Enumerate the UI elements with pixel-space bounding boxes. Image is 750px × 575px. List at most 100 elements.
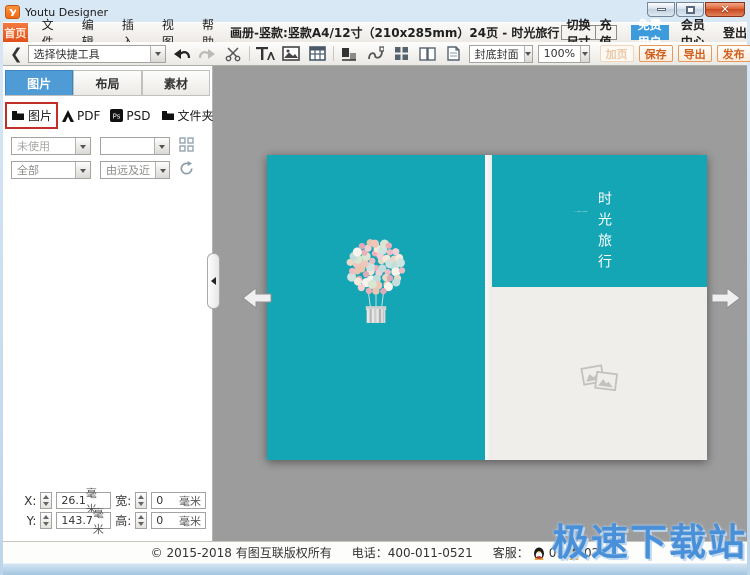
cut-icon[interactable] bbox=[223, 44, 244, 63]
menu-home[interactable]: 首页 bbox=[3, 23, 28, 42]
publish-button[interactable]: 发布 bbox=[717, 45, 750, 62]
category-filter-select[interactable] bbox=[100, 137, 170, 155]
prev-page-arrow[interactable] bbox=[242, 283, 272, 313]
usage-filter-value: 未使用 bbox=[12, 138, 75, 154]
scope-filter-select[interactable]: 全部 bbox=[11, 161, 91, 179]
single-page-view-icon[interactable] bbox=[443, 44, 464, 63]
height-value: 0 bbox=[156, 514, 163, 527]
order-filter-select[interactable]: 由远及近 bbox=[100, 161, 170, 179]
text-tool-icon[interactable] bbox=[255, 44, 276, 63]
cover-title[interactable]: 时光旅行 bbox=[594, 191, 614, 275]
y-stepper[interactable] bbox=[40, 512, 52, 529]
close-icon: ✕ bbox=[720, 4, 729, 15]
menu-edit[interactable]: 编辑 bbox=[68, 23, 108, 42]
source-images[interactable]: 图片 bbox=[7, 104, 56, 127]
refresh-icon[interactable] bbox=[179, 161, 194, 179]
psd-icon: Ps bbox=[110, 109, 123, 122]
x-value: 26.1 bbox=[61, 494, 86, 507]
save-button[interactable]: 保存 bbox=[639, 45, 673, 62]
close-button[interactable]: ✕ bbox=[705, 2, 745, 17]
logout-link[interactable]: 登出 bbox=[717, 23, 747, 42]
tab-images[interactable]: 图片 bbox=[5, 70, 73, 95]
y-field[interactable]: 143.7 毫米 bbox=[56, 512, 111, 529]
x-stepper[interactable] bbox=[40, 492, 52, 509]
spread-view-icon[interactable] bbox=[417, 44, 438, 63]
image-tool-icon[interactable] bbox=[281, 44, 302, 63]
chevron-down-icon[interactable] bbox=[154, 138, 169, 154]
height-field[interactable]: 0 毫米 bbox=[151, 512, 206, 529]
usage-filter-select[interactable]: 未使用 bbox=[11, 137, 91, 155]
measure-tool-icon[interactable] bbox=[365, 44, 386, 63]
height-stepper[interactable] bbox=[135, 512, 147, 529]
chevron-down-icon[interactable] bbox=[155, 162, 169, 178]
member-center-link[interactable]: 会员中心 bbox=[669, 23, 717, 42]
export-button[interactable]: 导出 bbox=[678, 45, 712, 62]
redo-button[interactable] bbox=[197, 44, 218, 63]
free-user-badge[interactable]: 免费用户 bbox=[631, 25, 669, 40]
width-stepper[interactable] bbox=[135, 492, 147, 509]
qq-penguin-icon[interactable] bbox=[533, 546, 545, 560]
front-cover-page[interactable]: ·—— 时光旅行 bbox=[492, 155, 707, 460]
width-unit: 毫米 bbox=[179, 493, 201, 509]
align-tool-icon[interactable] bbox=[339, 44, 360, 63]
sidebar-collapse-handle[interactable] bbox=[207, 253, 220, 309]
cover-teal-block[interactable]: ·—— 时光旅行 bbox=[492, 155, 707, 287]
source-type-row: 图片 PDF Ps PSD 文件夹 bbox=[3, 96, 212, 134]
page-section-value: 封底封面 bbox=[470, 46, 524, 62]
order-filter-value: 由远及近 bbox=[101, 162, 155, 178]
table-tool-icon[interactable] bbox=[307, 44, 328, 63]
photo-placeholder-icon[interactable] bbox=[579, 359, 621, 400]
title-bar: Youtu Designer ✕ bbox=[3, 0, 747, 22]
watermark: 极速下载站 bbox=[552, 512, 747, 566]
recharge-button[interactable]: 充值 bbox=[596, 25, 617, 40]
y-unit: 毫米 bbox=[93, 505, 106, 537]
back-cover-page[interactable] bbox=[267, 155, 485, 460]
phone-text: 电话：400-011-0521 bbox=[352, 544, 473, 561]
chevron-down-icon[interactable] bbox=[75, 162, 90, 178]
source-label: 图片 bbox=[28, 107, 52, 124]
back-button[interactable]: ❮ bbox=[10, 45, 23, 63]
cover-white-block[interactable] bbox=[492, 287, 707, 460]
app-window: Youtu Designer ✕ 首页 文件 编辑 插入 视图 帮助 画册-竖款… bbox=[0, 0, 750, 575]
pdf-icon bbox=[62, 110, 74, 122]
height-label: 高: bbox=[115, 512, 131, 529]
quick-tool-value: 选择快捷工具 bbox=[29, 46, 150, 62]
app-logo-icon bbox=[5, 5, 20, 19]
chevron-down-icon[interactable] bbox=[580, 46, 589, 62]
canvas[interactable]: ·—— 时光旅行 bbox=[213, 66, 747, 541]
folder-icon bbox=[11, 110, 25, 121]
menu-help[interactable]: 帮助 bbox=[188, 23, 228, 42]
menu-view[interactable]: 视图 bbox=[148, 23, 188, 42]
undo-button[interactable] bbox=[171, 44, 192, 63]
balloon-image[interactable] bbox=[334, 235, 418, 328]
zoom-select[interactable]: 100% bbox=[538, 45, 590, 63]
tab-layout[interactable]: 布局 bbox=[73, 70, 141, 95]
y-label: Y: bbox=[23, 514, 36, 528]
add-page-button: 加页 bbox=[600, 45, 634, 62]
menu-file[interactable]: 文件 bbox=[28, 23, 68, 42]
chevron-left-icon bbox=[207, 277, 216, 285]
chevron-down-icon[interactable] bbox=[75, 138, 90, 154]
copyright-text: © 2015-2018 有图互联版权所有 bbox=[151, 544, 332, 561]
switch-size-button[interactable]: 切换尺寸 bbox=[561, 25, 595, 40]
quick-tool-select[interactable]: 选择快捷工具 bbox=[28, 45, 166, 63]
sidebar: 图片 布局 素材 图片 PDF Ps PSD bbox=[3, 66, 213, 541]
next-page-arrow[interactable] bbox=[711, 283, 741, 313]
chevron-down-icon[interactable] bbox=[524, 46, 532, 62]
tab-assets[interactable]: 素材 bbox=[142, 70, 210, 95]
source-psd[interactable]: Ps PSD bbox=[106, 106, 154, 126]
source-folder[interactable]: 文件夹 bbox=[157, 104, 218, 127]
document-title: 画册-竖款:竖款A4/12寸（210x285mm）24页 - 时光旅行 bbox=[228, 23, 561, 42]
page-section-select[interactable]: 封底封面 bbox=[469, 45, 533, 63]
filter-row-1: 未使用 bbox=[3, 134, 212, 158]
menu-insert[interactable]: 插入 bbox=[108, 23, 148, 42]
book-spine bbox=[485, 155, 492, 460]
filter-row-2: 全部 由远及近 bbox=[3, 158, 212, 182]
thumbnail-grid-icon[interactable] bbox=[179, 137, 194, 155]
grid-view-icon[interactable] bbox=[391, 44, 412, 63]
width-field[interactable]: 0 毫米 bbox=[151, 492, 206, 509]
source-pdf[interactable]: PDF bbox=[58, 106, 104, 126]
sidebar-tabs: 图片 布局 素材 bbox=[3, 70, 212, 95]
chevron-down-icon[interactable] bbox=[150, 46, 165, 62]
main-area: 图片 布局 素材 图片 PDF Ps PSD bbox=[3, 66, 747, 541]
